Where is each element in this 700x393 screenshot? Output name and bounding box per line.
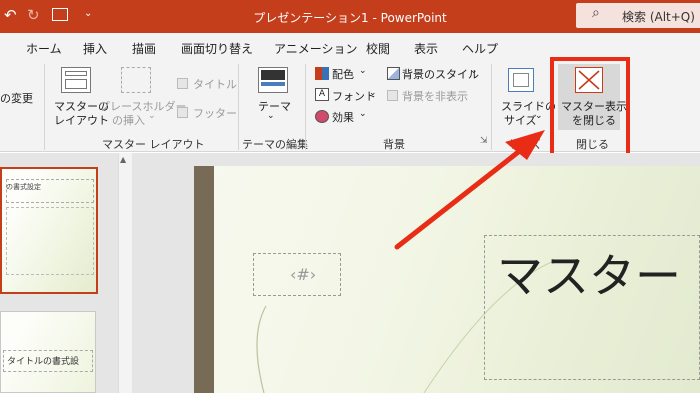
thumb-body-placeholder	[6, 207, 94, 275]
hide-background-label: 背景を非表示	[402, 90, 468, 103]
scroll-up-icon[interactable]: ▲	[120, 155, 126, 164]
slide-thumbnail-layout[interactable]: タイトルの書式設	[0, 311, 96, 393]
master-layout-label-2[interactable]: レイアウト	[54, 112, 109, 128]
ribbon-separator	[491, 64, 492, 150]
ribbon-separator	[238, 64, 239, 150]
fonts-icon[interactable]: A	[315, 88, 329, 101]
group-label-background: 背景	[383, 138, 405, 151]
insert-placeholder-icon	[121, 67, 151, 93]
chevron-down-icon[interactable]: ⌄	[267, 111, 275, 121]
group-label-theme-edit: テーマの編集	[242, 138, 308, 151]
thumbnail-scrollbar[interactable]: ▲	[118, 153, 132, 393]
search-box[interactable]: ⌕ 検索 (Alt+Q)	[576, 3, 700, 28]
colors-icon[interactable]	[315, 67, 329, 80]
tab-animations[interactable]: アニメーション	[274, 40, 358, 57]
tab-home[interactable]: ホーム	[26, 40, 62, 57]
search-icon: ⌕	[592, 5, 600, 21]
tab-view[interactable]: 表示	[414, 40, 438, 57]
chevron-down-icon[interactable]: ⌄	[359, 109, 367, 119]
ribbon-separator	[305, 64, 306, 150]
chevron-down-icon[interactable]: ⌄	[470, 66, 478, 76]
title-placeholder[interactable]: マスター	[484, 235, 700, 380]
tab-review[interactable]: 校閲	[366, 40, 390, 57]
tab-transitions[interactable]: 画面切り替え	[181, 40, 253, 57]
effects-label[interactable]: 効果	[332, 109, 354, 125]
group-label-size: サイズ	[508, 138, 541, 151]
dialog-launcher-icon[interactable]: ⇲	[480, 136, 488, 146]
tab-insert[interactable]: 挿入	[83, 40, 107, 57]
ribbon-tab-bar: ホーム 挿入 描画 画面切り替え アニメーション 校閲 表示 ヘルプ	[0, 33, 700, 59]
chevron-down-icon[interactable]: ⌄	[359, 66, 367, 76]
background-styles-icon[interactable]	[387, 67, 400, 80]
colors-label[interactable]: 配色	[332, 66, 354, 82]
theme-icon[interactable]	[258, 67, 288, 93]
tab-help[interactable]: ヘルプ	[462, 40, 498, 57]
highlight-box	[550, 57, 630, 158]
chevron-down-icon[interactable]: ⌄	[369, 88, 377, 98]
slide-thumbnail-master[interactable]: の書式設定	[0, 167, 98, 294]
search-label: 検索 (Alt+Q)	[622, 10, 695, 24]
hide-background-checkbox	[387, 90, 398, 101]
title-checkbox	[177, 78, 188, 89]
rename-button-label[interactable]: の変更	[0, 90, 33, 106]
background-styles-label[interactable]: 背景のスタイル	[402, 66, 479, 82]
effects-icon[interactable]	[315, 110, 329, 123]
thumb-title-text: の書式設定	[6, 183, 41, 191]
title-placeholder-text: マスター	[497, 249, 681, 303]
title-checkbox-label: タイトル	[193, 78, 237, 91]
insert-placeholder-label-2: の挿入	[112, 114, 145, 127]
slide-number-text: ‹#›	[290, 265, 317, 284]
footer-checkbox	[177, 107, 188, 118]
chevron-down-icon[interactable]: ⌄	[535, 111, 543, 121]
group-label-master-layout: マスター レイアウト	[102, 138, 205, 151]
ribbon-separator	[44, 64, 45, 150]
slide-size-label-2[interactable]: サイズ	[504, 112, 537, 128]
master-layout-icon[interactable]	[61, 67, 91, 93]
title-bar: ↶ ↻ ⌄ プレゼンテーション1 - PowerPoint ⌕ 検索 (Alt+…	[0, 0, 700, 33]
thumb-title-text: タイトルの書式設	[7, 357, 80, 367]
tab-draw[interactable]: 描画	[132, 40, 156, 57]
slide-size-icon[interactable]	[508, 68, 534, 92]
chevron-down-icon: ⌄	[148, 111, 156, 121]
footer-checkbox-label: フッター	[193, 107, 237, 120]
